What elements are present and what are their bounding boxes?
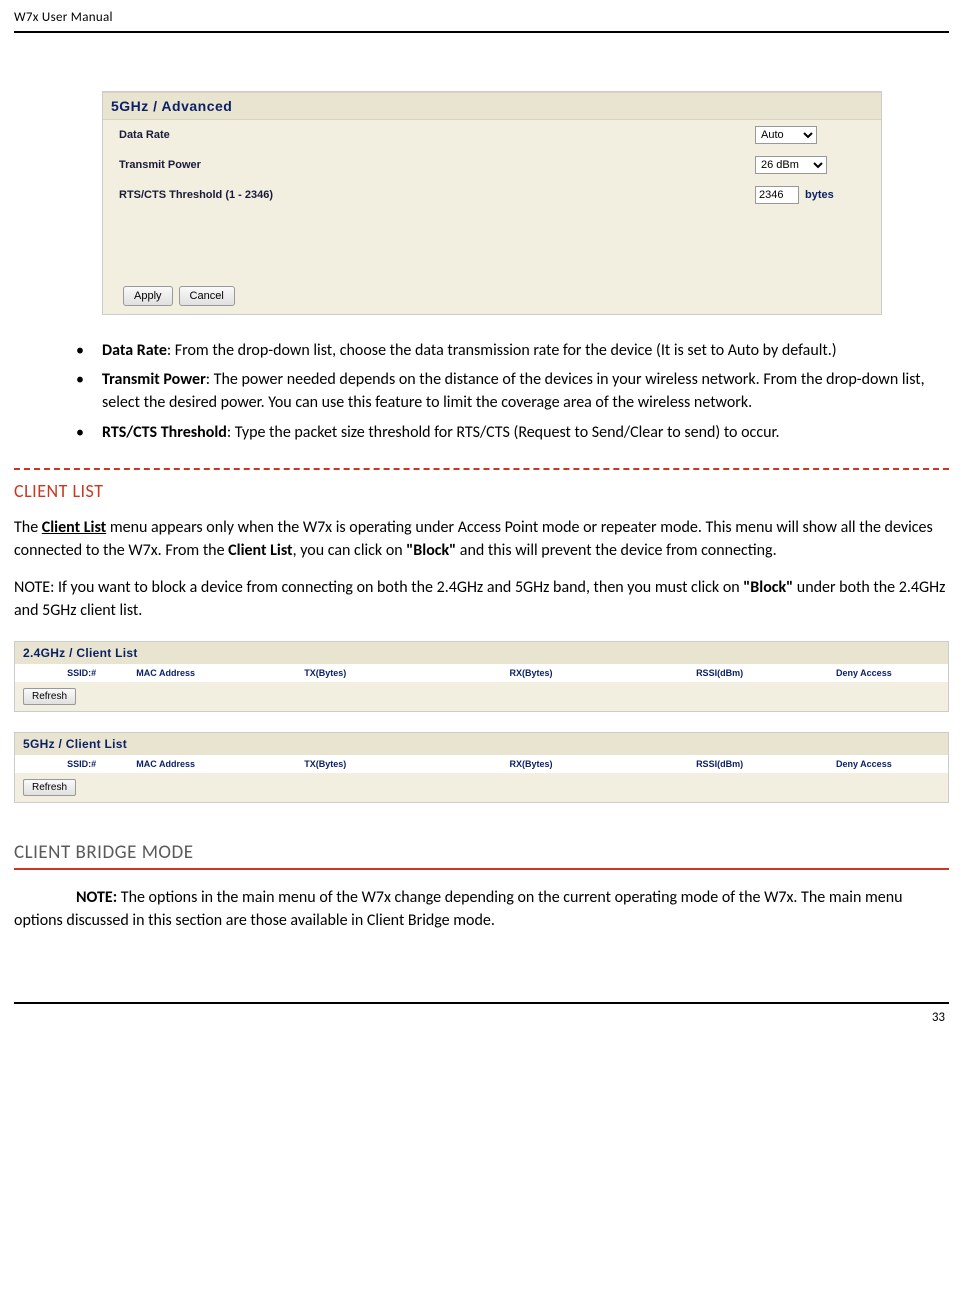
col-tx-5: TX(Bytes) (304, 759, 509, 769)
note-text: The options in the main menu of the W7x … (14, 888, 903, 930)
col-rssi-5: RSSI(dBm) (696, 759, 836, 769)
bullet-data-rate-strong: Data Rate (102, 341, 167, 360)
cancel-button[interactable]: Cancel (179, 286, 235, 306)
bullet-transmit-power-strong: Transmit Power (102, 370, 206, 389)
header-title-part1: W7x User (14, 10, 71, 25)
client-bridge-note: NOTE: The options in the main menu of th… (14, 886, 949, 932)
col-mac-5: MAC Address (136, 759, 304, 769)
bullet-rts: RTS/CTS Threshold: Type the packet size … (76, 421, 931, 444)
data-rate-label: Data Rate (119, 129, 755, 141)
client-list-note: NOTE: If you want to block a device from… (14, 576, 949, 622)
advanced-panel: 5GHz / Advanced Data Rate Auto Transmit … (102, 91, 882, 315)
client-list-24ghz-title: 2.4GHz / Client List (15, 642, 948, 664)
rts-unit-label: bytes (805, 189, 834, 201)
page-footer: 33 (14, 1002, 949, 1039)
header-title-m: M (71, 10, 82, 25)
refresh-button-24ghz[interactable]: Refresh (23, 688, 76, 705)
client-list-24ghz-header: SSID:# MAC Address TX(Bytes) RX(Bytes) R… (15, 664, 948, 682)
note-label: NOTE: (76, 888, 117, 907)
bullet-rts-text: : Type the packet size threshold for RTS… (227, 423, 780, 442)
bullet-data-rate: Data Rate: From the drop-down list, choo… (76, 339, 931, 362)
bullet-transmit-power: Transmit Power: The power needed depends… (76, 368, 931, 414)
advanced-panel-title: 5GHz / Advanced (103, 92, 881, 120)
client-list-24ghz-panel: 2.4GHz / Client List SSID:# MAC Address … (14, 641, 949, 712)
bullet-transmit-power-text-a: : The power needed depends on the (206, 370, 445, 389)
block-term-1: "Block" (406, 541, 456, 560)
data-rate-select[interactable]: Auto (755, 126, 817, 144)
doc-header: W7x User Manual (14, 10, 949, 33)
client-list-5ghz-panel: 5GHz / Client List SSID:# MAC Address TX… (14, 732, 949, 803)
apply-button[interactable]: Apply (123, 286, 173, 306)
client-list-5ghz-header: SSID:# MAC Address TX(Bytes) RX(Bytes) R… (15, 755, 948, 773)
block-term-2: "Block" (743, 578, 793, 597)
client-list-5ghz-title: 5GHz / Client List (15, 733, 948, 755)
client-list-paragraph-1: The Client List menu appears only when t… (14, 516, 949, 562)
rts-threshold-input[interactable] (755, 186, 799, 204)
col-ssid-5: SSID:# (15, 759, 136, 769)
client-bridge-mode-heading: CLIENT BRIDGE MODE (14, 841, 949, 870)
refresh-button-5ghz[interactable]: Refresh (23, 779, 76, 796)
client-list-term-2: Client List (228, 541, 292, 560)
col-rssi: RSSI(dBm) (696, 668, 836, 678)
col-mac: MAC Address (136, 668, 304, 678)
col-rx: RX(Bytes) (509, 668, 696, 678)
header-title-part2: anual (82, 10, 113, 25)
bullet-rts-strong: RTS/CTS Threshold (102, 423, 227, 442)
bullet-list: Data Rate: From the drop-down list, choo… (14, 339, 949, 444)
client-list-heading: CLIENT LIST (14, 468, 949, 502)
col-rx-5: RX(Bytes) (509, 759, 696, 769)
col-tx: TX(Bytes) (304, 668, 509, 678)
transmit-power-select[interactable]: 26 dBm (755, 156, 827, 174)
col-deny: Deny Access (836, 668, 948, 678)
page-number: 33 (932, 1010, 945, 1025)
rts-threshold-label: RTS/CTS Threshold (1 - 2346) (119, 189, 755, 201)
client-list-term-1: Client List (42, 518, 106, 537)
col-deny-5: Deny Access (836, 759, 948, 769)
bullet-data-rate-text: : From the drop-down list, choose the da… (167, 341, 837, 360)
transmit-power-label: Transmit Power (119, 159, 755, 171)
col-ssid: SSID:# (15, 668, 136, 678)
